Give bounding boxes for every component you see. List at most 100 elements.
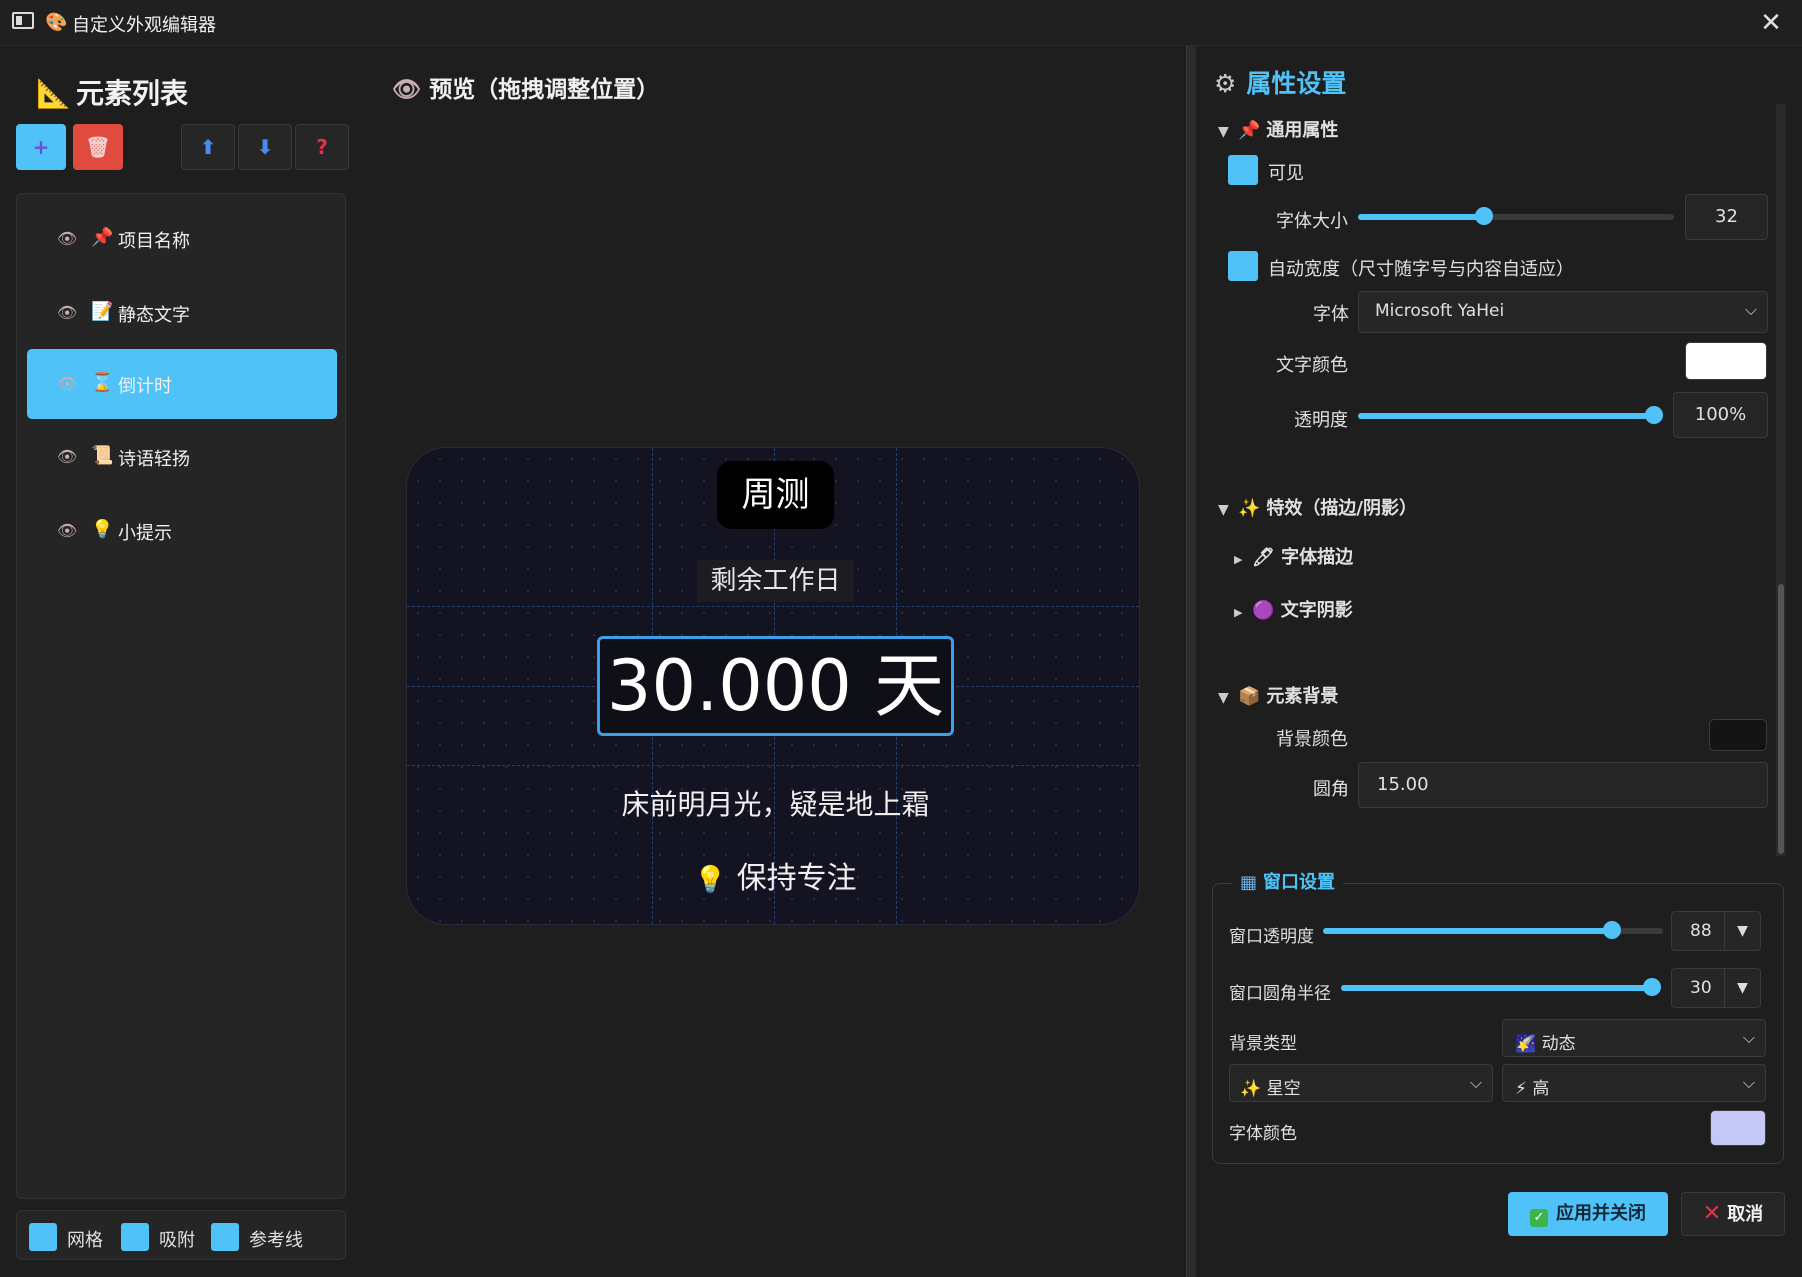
window-opacity-spinbox[interactable]: 88 ▼ — [1671, 911, 1761, 951]
expand-arrow-icon: ▶ — [1234, 606, 1243, 619]
expand-arrow-icon: ▶ — [1234, 553, 1243, 566]
quality-text: 高 — [1532, 1079, 1550, 1099]
opacity-label: 透明度 — [1294, 410, 1348, 431]
properties-title: 属性设置 — [1246, 69, 1347, 98]
bg-type-select[interactable]: 🌠 动态 ⌵ — [1502, 1019, 1766, 1057]
chevron-down-icon: ⌵ — [1742, 1073, 1755, 1092]
list-item-countdown[interactable]: 👁 ⌛ 倒计时 — [27, 349, 337, 419]
window-opacity-slider-fill — [1323, 928, 1612, 934]
snap-label: 吸附 — [159, 1230, 195, 1251]
ruler-icon: 📐 — [36, 77, 71, 110]
bg-color-swatch[interactable] — [1709, 719, 1767, 751]
effect-value: ✨ 星空 — [1240, 1074, 1301, 1099]
list-item-poem[interactable]: 👁 📜 诗语轻扬 — [27, 422, 337, 492]
preview-project-name[interactable]: 周测 — [717, 461, 834, 529]
window-radius-slider-handle[interactable] — [1643, 978, 1661, 996]
effect-select[interactable]: ✨ 星空 ⌵ — [1229, 1064, 1493, 1102]
eye-icon[interactable]: 👁 — [57, 521, 77, 540]
visible-checkbox[interactable] — [1228, 155, 1258, 185]
opacity-slider[interactable] — [1358, 406, 1663, 424]
radius-input[interactable]: 15.00 — [1358, 762, 1768, 808]
shadow-subsection-title: 文字阴影 — [1280, 600, 1353, 621]
eye-icon[interactable]: 👁 — [57, 303, 77, 322]
font-color-swatch[interactable] — [1710, 1110, 1766, 1146]
caret-down-icon[interactable]: ▼ — [1724, 969, 1760, 1007]
apply-and-close-button[interactable]: ✓ 应用并关闭 — [1508, 1192, 1668, 1236]
quality-select[interactable]: ⚡ 高 ⌵ — [1502, 1064, 1766, 1102]
font-size-slider[interactable] — [1358, 207, 1674, 225]
grid-label: 网格 — [67, 1230, 103, 1251]
eye-icon[interactable]: 👁 — [57, 374, 77, 393]
window-radius-slider-fill — [1341, 985, 1652, 991]
preview-heading: 👁 预览（拖拽调整位置） — [392, 70, 659, 104]
font-size-input[interactable]: 32 — [1685, 194, 1768, 240]
preview-tip[interactable]: 💡 保持专注 — [557, 853, 994, 897]
window-opacity-slider-handle[interactable] — [1603, 921, 1621, 939]
font-size-label: 字体大小 — [1276, 211, 1348, 232]
shadow-subsection-header[interactable]: ▶ 🟣 文字阴影 — [1234, 596, 1353, 622]
stroke-subsection-title: 字体描边 — [1281, 547, 1354, 568]
preview-countdown[interactable]: 30.000 天 — [597, 636, 954, 736]
element-list: 👁 📌 项目名称 👁 📝 静态文字 👁 ⌛ 倒计时 👁 📜 诗语轻扬 👁 💡 小… — [16, 193, 346, 1199]
snap-checkbox[interactable] — [121, 1223, 149, 1251]
general-section-title: 通用属性 — [1266, 120, 1339, 141]
opacity-slider-handle[interactable] — [1645, 406, 1663, 424]
font-size-slider-handle[interactable] — [1475, 207, 1494, 225]
add-element-button[interactable]: + — [16, 124, 66, 170]
window-settings-title: 窗口设置 — [1263, 872, 1336, 893]
eye-icon[interactable]: 👁 — [57, 229, 77, 248]
effects-section-header[interactable]: ▼ ✨ 特效（描边/阴影） — [1218, 494, 1417, 520]
background-section-header[interactable]: ▼ 📦 元素背景 — [1218, 682, 1338, 708]
stroke-subsection-header[interactable]: ▶ 🖊 字体描边 — [1234, 543, 1353, 569]
properties-scrollbar[interactable] — [1776, 104, 1786, 856]
apply-label: 应用并关闭 — [1556, 1203, 1646, 1224]
window-radius-slider[interactable] — [1341, 978, 1661, 996]
text-color-swatch[interactable] — [1685, 342, 1767, 380]
help-button[interactable]: ? — [295, 124, 349, 170]
bg-color-label: 背景颜色 — [1276, 729, 1348, 750]
collapse-arrow-icon: ▼ — [1218, 502, 1229, 518]
preview-static-text[interactable]: 剩余工作日 — [697, 560, 854, 602]
general-section-header[interactable]: ▼ 📌 通用属性 — [1218, 116, 1338, 142]
font-color-label: 字体颜色 — [1229, 1124, 1297, 1144]
list-item-tip[interactable]: 👁 💡 小提示 — [27, 496, 337, 566]
effect-text: 星空 — [1266, 1079, 1301, 1099]
move-down-button[interactable]: ⬇ — [238, 124, 292, 170]
auto-width-label: 自动宽度（尺寸随字号与内容自适应） — [1268, 259, 1574, 280]
delete-element-button[interactable]: 🗑 — [73, 124, 123, 170]
scrollbar-thumb[interactable] — [1778, 584, 1784, 854]
move-up-button[interactable]: ⬆ — [181, 124, 235, 170]
window-radius-value: 30 — [1690, 978, 1712, 998]
caret-down-icon[interactable]: ▼ — [1724, 912, 1760, 950]
preview-canvas[interactable]: 周测 剩余工作日 30.000 天 床前明月光，疑是地上霜 💡 保持专注 — [406, 447, 1140, 925]
auto-width-checkbox[interactable] — [1228, 251, 1258, 281]
guides-checkbox[interactable] — [211, 1223, 239, 1251]
cross-icon: ✕ — [1702, 1201, 1722, 1226]
font-size-slider-fill — [1358, 214, 1485, 220]
collapse-arrow-icon: ▼ — [1218, 124, 1229, 140]
canvas-toggles: 网格 吸附 参考线 — [16, 1210, 346, 1260]
window-icon: ▦ — [1240, 872, 1258, 893]
guide-line — [407, 606, 1139, 607]
grid-checkbox[interactable] — [29, 1223, 57, 1251]
lightning-icon: ⚡ — [1515, 1079, 1527, 1099]
hourglass-icon: ⌛ — [91, 372, 114, 393]
preview-poem[interactable]: 床前明月光，疑是地上霜 — [557, 783, 994, 823]
element-list-heading: 📐 元素列表 — [36, 72, 188, 112]
panel-splitter[interactable] — [1186, 46, 1196, 1277]
cancel-button[interactable]: ✕ 取消 — [1681, 1192, 1785, 1236]
opacity-input[interactable]: 100% — [1673, 392, 1768, 438]
list-item-project-name[interactable]: 👁 📌 项目名称 — [27, 204, 337, 274]
window-opacity-slider[interactable] — [1323, 921, 1663, 939]
font-label: 字体 — [1313, 304, 1349, 325]
preview-tip-text: 保持专注 — [736, 861, 857, 896]
quality-value: ⚡ 高 — [1515, 1074, 1549, 1099]
close-icon[interactable]: ✕ — [1754, 6, 1788, 40]
font-select[interactable]: Microsoft YaHei ⌵ — [1358, 291, 1768, 333]
chevron-down-icon: ⌵ — [1469, 1073, 1482, 1092]
eye-icon[interactable]: 👁 — [57, 447, 77, 466]
properties-heading: ⚙ 属性设置 — [1214, 64, 1346, 100]
list-item-static-text[interactable]: 👁 📝 静态文字 — [27, 278, 337, 348]
shooting-star-icon: 🌠 — [1515, 1034, 1537, 1054]
window-radius-spinbox[interactable]: 30 ▼ — [1671, 968, 1761, 1008]
